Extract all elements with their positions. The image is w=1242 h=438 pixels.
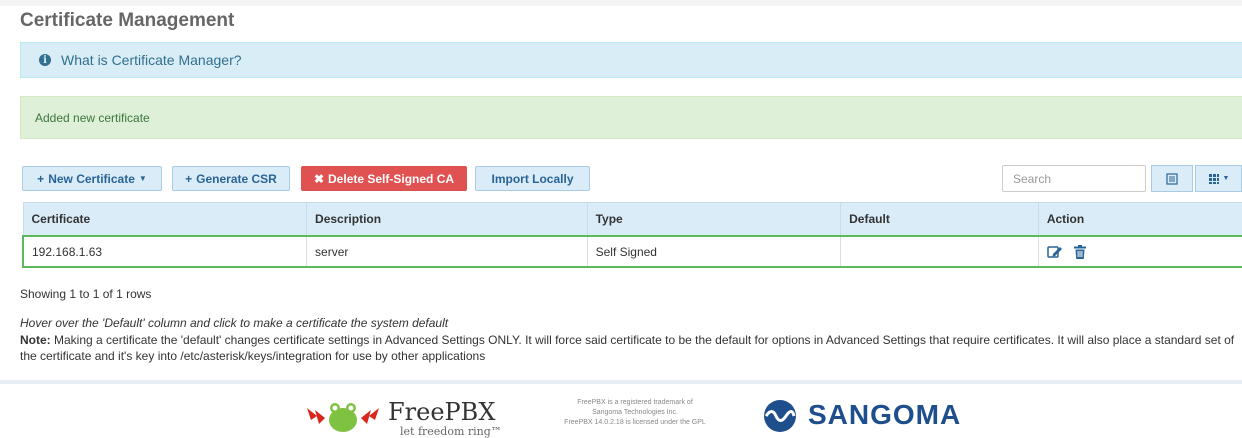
freepbx-frog-logo[interactable]: [303, 398, 383, 435]
legal-line-3: FreePBX 14.0.2.18 is licensed under the …: [564, 419, 706, 426]
column-action: Action: [1037, 202, 1242, 237]
cell-description: server: [306, 235, 588, 268]
new-certificate-button[interactable]: + New Certificate ▼: [22, 166, 162, 191]
note-label: Note:: [20, 333, 51, 347]
import-locally-button[interactable]: Import Locally: [475, 166, 590, 191]
sangoma-wordmark[interactable]: SANGOMA: [808, 399, 961, 431]
cell-certificate: 192.168.1.63: [22, 235, 308, 268]
plus-icon: +: [185, 171, 193, 186]
alert-text: Added new certificate: [35, 110, 150, 125]
legal-text: FreePBX is a registered trademark of San…: [540, 398, 730, 428]
column-certificate[interactable]: Certificate: [22, 202, 308, 237]
list-icon: [1166, 172, 1178, 185]
cell-type: Self Signed: [586, 235, 842, 268]
plus-icon: +: [37, 171, 45, 186]
page-title: Certificate Management: [20, 10, 235, 31]
toggle-view-button[interactable]: [1151, 165, 1193, 192]
cell-action: [1037, 235, 1242, 268]
column-default[interactable]: Default: [840, 202, 1039, 237]
sangoma-globe-icon[interactable]: [760, 399, 800, 433]
times-icon: ✖: [313, 171, 325, 186]
hover-hint: Hover over the 'Default' column and clic…: [20, 316, 449, 330]
caret-down-icon: ▼: [1222, 175, 1230, 182]
search-placeholder: Search: [1013, 171, 1052, 186]
trash-icon[interactable]: [1074, 244, 1087, 259]
table-header-row: Certificate Description Type Default Act…: [22, 202, 1242, 237]
edit-icon[interactable]: [1047, 245, 1063, 259]
caret-down-icon: ▼: [138, 174, 147, 183]
success-alert: Added new certificate: [20, 96, 1242, 139]
delete-ca-label: Delete Self-Signed CA: [328, 171, 455, 186]
table-row[interactable]: 192.168.1.63 server Self Signed: [22, 235, 1242, 268]
info-icon: i: [39, 54, 51, 66]
grid-icon: [1208, 173, 1219, 184]
certificates-table: Certificate Description Type Default Act…: [22, 202, 1242, 268]
import-locally-label: Import Locally: [491, 171, 574, 186]
legal-line-2: Sangoma Technologies Inc.: [592, 409, 678, 416]
cell-default[interactable]: [840, 235, 1039, 268]
search-input[interactable]: Search: [1002, 165, 1146, 192]
top-bar: [0, 0, 1242, 6]
freepbx-tagline: let freedom ring™: [400, 425, 502, 438]
column-description[interactable]: Description: [306, 202, 588, 237]
columns-button[interactable]: ▼: [1195, 165, 1242, 192]
info-text[interactable]: What is Certificate Manager?: [61, 52, 242, 68]
info-panel[interactable]: i What is Certificate Manager?: [20, 42, 1242, 78]
delete-self-signed-ca-button[interactable]: ✖ Delete Self-Signed CA: [301, 166, 467, 191]
column-type[interactable]: Type: [586, 202, 842, 237]
new-certificate-label: New Certificate: [48, 171, 135, 186]
freepbx-wordmark: FreePBX: [388, 398, 496, 426]
note-body: Making a certificate the 'default' chang…: [20, 333, 1235, 363]
generate-csr-label: Generate CSR: [196, 171, 277, 186]
legal-line-1: FreePBX is a registered trademark of: [577, 399, 693, 406]
pagination-info: Showing 1 to 1 of 1 rows: [20, 287, 152, 301]
generate-csr-button[interactable]: + Generate CSR: [172, 166, 290, 191]
note-text: Note: Making a certificate the 'default'…: [20, 332, 1242, 364]
